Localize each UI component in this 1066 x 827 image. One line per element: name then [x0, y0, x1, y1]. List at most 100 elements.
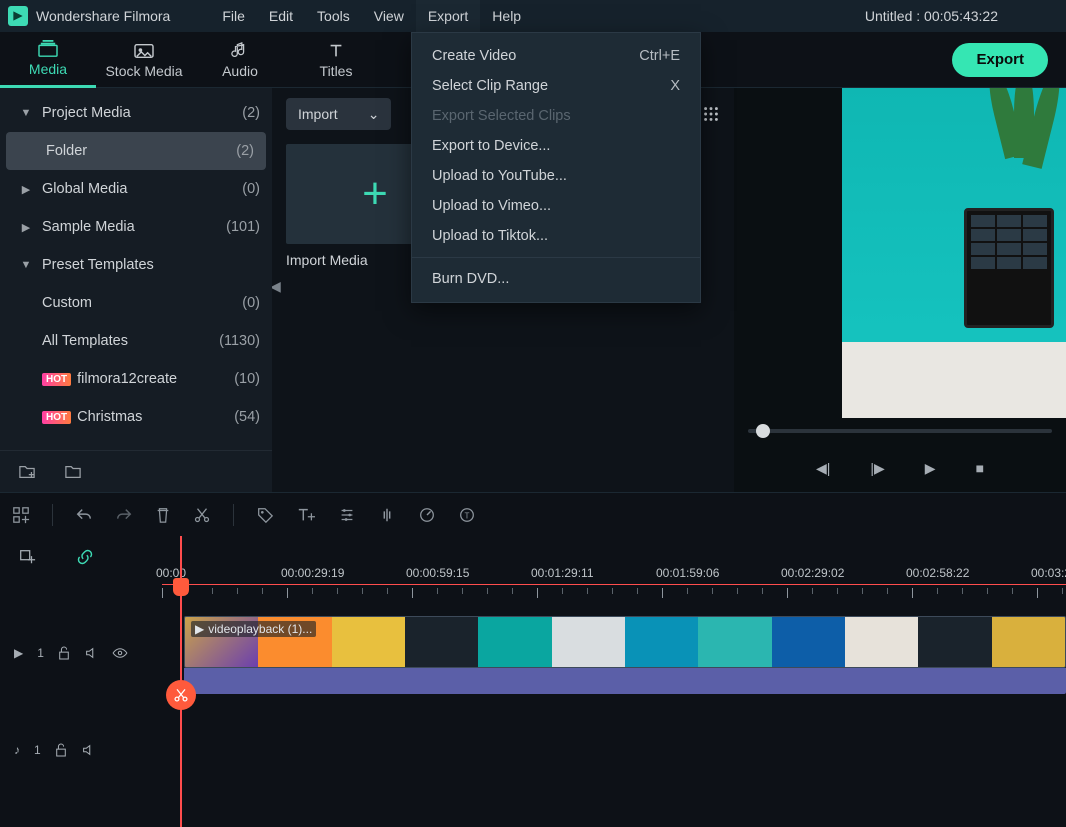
menuitem-export-to-device[interactable]: Export to Device...	[412, 131, 700, 161]
menuitem-label: Upload to Tiktok...	[432, 228, 548, 244]
tab-audio[interactable]: Audio	[192, 32, 288, 88]
tab-label: Media	[29, 61, 67, 77]
timeline-add-marker-icon[interactable]	[18, 548, 36, 566]
chevron-right-icon: ▶	[18, 221, 34, 234]
sidebar-item-preset-templates[interactable]: ▼ Preset Templates	[0, 246, 272, 284]
menu-help[interactable]: Help	[480, 0, 533, 32]
mute-icon[interactable]	[84, 646, 98, 660]
ruler-label: 00:00:59:15	[406, 566, 469, 580]
menu-edit[interactable]: Edit	[257, 0, 305, 32]
stock-icon	[133, 41, 155, 61]
menuitem-export-selected-clips: Export Selected Clips	[412, 101, 700, 131]
tab-stock-media[interactable]: Stock Media	[96, 32, 192, 88]
undo-icon[interactable]	[75, 506, 93, 524]
new-folder-icon[interactable]	[18, 464, 36, 480]
timeline-range-line	[162, 584, 1066, 585]
menu-file[interactable]: File	[210, 0, 257, 32]
menu-tools[interactable]: Tools	[305, 0, 362, 32]
menuitem-label: Export to Device...	[432, 138, 550, 154]
timeline-ruler[interactable]: 00:0000:00:29:1900:00:59:1500:01:29:1100…	[162, 536, 1066, 594]
mute-icon[interactable]	[81, 743, 95, 757]
menuitem-select-clip-range[interactable]: Select Clip RangeX	[412, 71, 700, 101]
prev-frame-button[interactable]: ◀|	[816, 460, 830, 477]
folder-icon[interactable]	[64, 464, 82, 480]
video-track-icon: ▶	[14, 646, 23, 660]
plus-icon: +	[362, 169, 388, 219]
lock-icon[interactable]	[58, 646, 70, 660]
timeline-playhead[interactable]	[180, 536, 182, 827]
add-track-icon[interactable]	[12, 506, 30, 524]
sidebar-item-project-media[interactable]: ▼ Project Media (2)	[0, 94, 272, 132]
stop-button[interactable]: ■	[976, 460, 984, 476]
timeline-video-clip[interactable]: ▶videoplayback (1)...	[184, 616, 1066, 668]
tag-icon[interactable]	[256, 506, 274, 524]
sidebar-item-christmas[interactable]: HOT Christmas (54)	[0, 398, 272, 436]
hot-badge: HOT	[42, 411, 71, 424]
sidebar-item-count: (0)	[242, 295, 260, 311]
speed-icon[interactable]	[418, 506, 436, 524]
next-frame-button[interactable]: |▶	[870, 460, 884, 477]
menuitem-burn-dvd[interactable]: Burn DVD...	[412, 264, 700, 294]
menuitem-label: Burn DVD...	[432, 271, 509, 287]
delete-icon[interactable]	[155, 506, 171, 524]
timeline-toolbar: T	[0, 492, 1066, 536]
sidebar-item-all-templates[interactable]: All Templates (1130)	[0, 322, 272, 360]
menu-view[interactable]: View	[362, 0, 416, 32]
add-text-icon[interactable]	[296, 506, 316, 524]
menuitem-shortcut: X	[670, 78, 680, 94]
more-tools-icon[interactable]: T	[458, 506, 476, 524]
tab-label: Titles	[320, 63, 353, 79]
menuitem-upload-vimeo[interactable]: Upload to Vimeo...	[412, 191, 700, 221]
chevron-down-icon: ⌄	[368, 106, 380, 123]
sidebar-list: ▼ Project Media (2) Folder (2) ▶ Global …	[0, 88, 272, 450]
sidebar-item-count: (2)	[242, 105, 260, 121]
preview-panel: ◀| |▶ ▶ ■	[734, 88, 1066, 492]
sidebar-item-filmora12create[interactable]: HOT filmora12create (10)	[0, 360, 272, 398]
visibility-icon[interactable]	[112, 647, 128, 659]
sidebar-item-label: Christmas	[77, 409, 234, 425]
titles-icon	[327, 41, 345, 61]
export-button[interactable]: Export	[952, 43, 1048, 77]
slider-knob[interactable]	[756, 424, 770, 438]
tab-label: Audio	[222, 63, 258, 79]
import-dropdown[interactable]: Import ⌄	[286, 98, 391, 130]
sidebar-item-count: (0)	[242, 181, 260, 197]
audio-track-icon: ♪	[14, 743, 20, 757]
menuitem-label: Upload to Vimeo...	[432, 198, 551, 214]
sidebar-item-label: Folder	[46, 143, 236, 159]
sidebar-item-count: (10)	[234, 371, 260, 387]
timeline-scrollbar[interactable]	[0, 809, 1066, 827]
adjust-icon[interactable]	[338, 506, 356, 524]
lock-icon[interactable]	[55, 743, 67, 757]
preview-slider[interactable]	[734, 418, 1066, 444]
sidebar-item-custom[interactable]: Custom (0)	[0, 284, 272, 322]
split-icon[interactable]	[193, 506, 211, 524]
link-icon[interactable]	[76, 548, 94, 566]
menuitem-upload-tiktok[interactable]: Upload to Tiktok...	[412, 221, 700, 251]
redo-icon[interactable]	[115, 506, 133, 524]
menuitem-create-video[interactable]: Create VideoCtrl+E	[412, 41, 700, 71]
playhead-knob[interactable]	[173, 578, 189, 596]
media-sidebar: ▼ Project Media (2) Folder (2) ▶ Global …	[0, 88, 272, 492]
menuitem-shortcut: Ctrl+E	[639, 48, 680, 64]
chevron-down-icon: ▼	[18, 107, 34, 119]
audio-mix-icon[interactable]	[378, 506, 396, 524]
tab-titles[interactable]: Titles	[288, 32, 384, 88]
grid-view-icon[interactable]	[702, 105, 720, 123]
timeline-clip-audio-lane[interactable]	[184, 668, 1066, 694]
audio-track-index: 1	[34, 743, 41, 757]
sidebar-item-label: Sample Media	[42, 219, 226, 235]
sidebar-item-global-media[interactable]: ▶ Global Media (0)	[0, 170, 272, 208]
sidebar-item-folder[interactable]: Folder (2)	[6, 132, 266, 170]
collapse-sidebar-handle[interactable]: ◀	[272, 278, 281, 295]
sidebar-item-label: All Templates	[42, 333, 219, 349]
tab-media[interactable]: Media	[0, 32, 96, 88]
sidebar-item-label: Global Media	[42, 181, 242, 197]
menu-export[interactable]: Export	[416, 0, 480, 32]
sidebar-footer	[0, 450, 272, 492]
ruler-label: 00:02:29:02	[781, 566, 844, 580]
playhead-split-handle[interactable]	[166, 680, 196, 710]
sidebar-item-sample-media[interactable]: ▶ Sample Media (101)	[0, 208, 272, 246]
menuitem-upload-youtube[interactable]: Upload to YouTube...	[412, 161, 700, 191]
play-button[interactable]: ▶	[925, 460, 936, 477]
